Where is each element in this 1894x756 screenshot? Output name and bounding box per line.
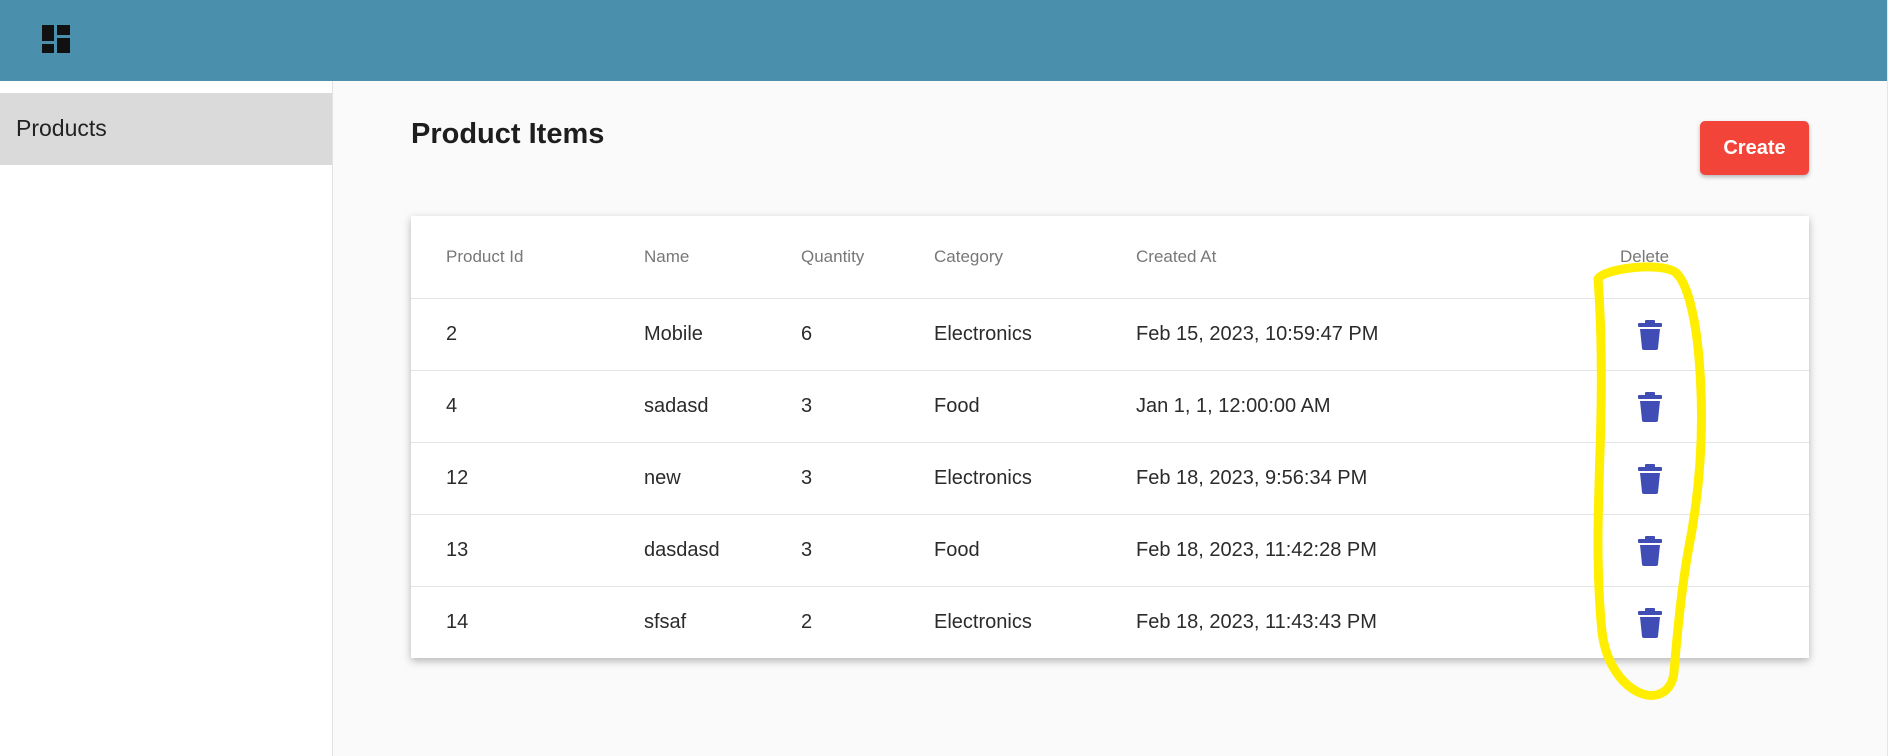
cell-name: new (644, 467, 681, 489)
trash-icon[interactable] (1637, 464, 1663, 494)
table-row: 2 Mobile 6 Electronics Feb 15, 2023, 10:59:4… (411, 298, 1809, 371)
cell-product-id: 13 (446, 539, 469, 561)
table-row: 13 dasdasd 3 Food Feb 18, 2023, 11:42:28 PM (411, 514, 1809, 587)
trash-icon[interactable] (1637, 392, 1663, 422)
cell-quantity: 6 (801, 323, 813, 345)
column-header-product-id: Product Id (446, 247, 524, 266)
trash-icon[interactable] (1637, 536, 1663, 566)
cell-product-id: 14 (446, 611, 469, 633)
cell-category: Food (934, 539, 980, 561)
table-row: 12 new 3 Electronics Feb 18, 2023, 9:56:34 P… (411, 442, 1809, 515)
cell-product-id: 12 (446, 467, 469, 489)
cell-quantity: 3 (801, 395, 813, 417)
column-header-created-at: Created At (1136, 247, 1217, 266)
cell-product-id: 4 (446, 395, 458, 417)
cell-created-at: Jan 1, 1, 12:00:00 AM (1136, 395, 1331, 417)
cell-created-at: Feb 18, 2023, 11:42:28 PM (1136, 539, 1377, 561)
cell-product-id: 2 (446, 323, 458, 345)
cell-name: sadasd (644, 395, 709, 417)
product-table: Product Id Name Quantity Category Create… (411, 216, 1809, 658)
column-header-category: Category (934, 247, 1003, 266)
sidebar-item-label: Products (16, 115, 107, 141)
cell-category: Electronics (934, 611, 1032, 633)
cell-name: sfsaf (644, 611, 687, 633)
column-header-delete: Delete (1620, 247, 1670, 266)
window-edge (1887, 0, 1894, 756)
trash-icon[interactable] (1637, 608, 1663, 638)
cell-name: Mobile (644, 323, 703, 345)
sidebar-item-products[interactable]: Products (0, 93, 332, 165)
cell-quantity: 2 (801, 611, 813, 633)
page-title: Product Items (411, 118, 605, 150)
cell-created-at: Feb 15, 2023, 10:59:47 PM (1136, 323, 1379, 345)
sidebar: Products (0, 81, 333, 756)
dashboard-icon[interactable] (42, 25, 70, 53)
cell-created-at: Feb 18, 2023, 9:56:34 PM (1136, 467, 1368, 489)
cell-name: dasdasd (644, 539, 720, 561)
cell-quantity: 3 (801, 467, 813, 489)
cell-quantity: 3 (801, 539, 813, 561)
cell-category: Electronics (934, 323, 1032, 345)
trash-icon[interactable] (1637, 320, 1663, 350)
cell-created-at: Feb 18, 2023, 11:43:43 PM (1136, 611, 1377, 633)
column-header-name: Name (644, 247, 690, 266)
column-header-quantity: Quantity (801, 247, 865, 266)
table-row: 14 sfsaf 2 Electronics Feb 18, 2023, 11:43:4… (411, 586, 1809, 658)
cell-category: Electronics (934, 467, 1032, 489)
table-header: Product Id Name Quantity Category Create… (411, 216, 1809, 299)
create-button[interactable]: Create (1700, 121, 1809, 175)
app-header (0, 0, 1888, 81)
table-row: 4 sadasd 3 Food Jan 1, 1, 12:00:00 AM (411, 370, 1809, 443)
cell-category: Food (934, 395, 980, 417)
